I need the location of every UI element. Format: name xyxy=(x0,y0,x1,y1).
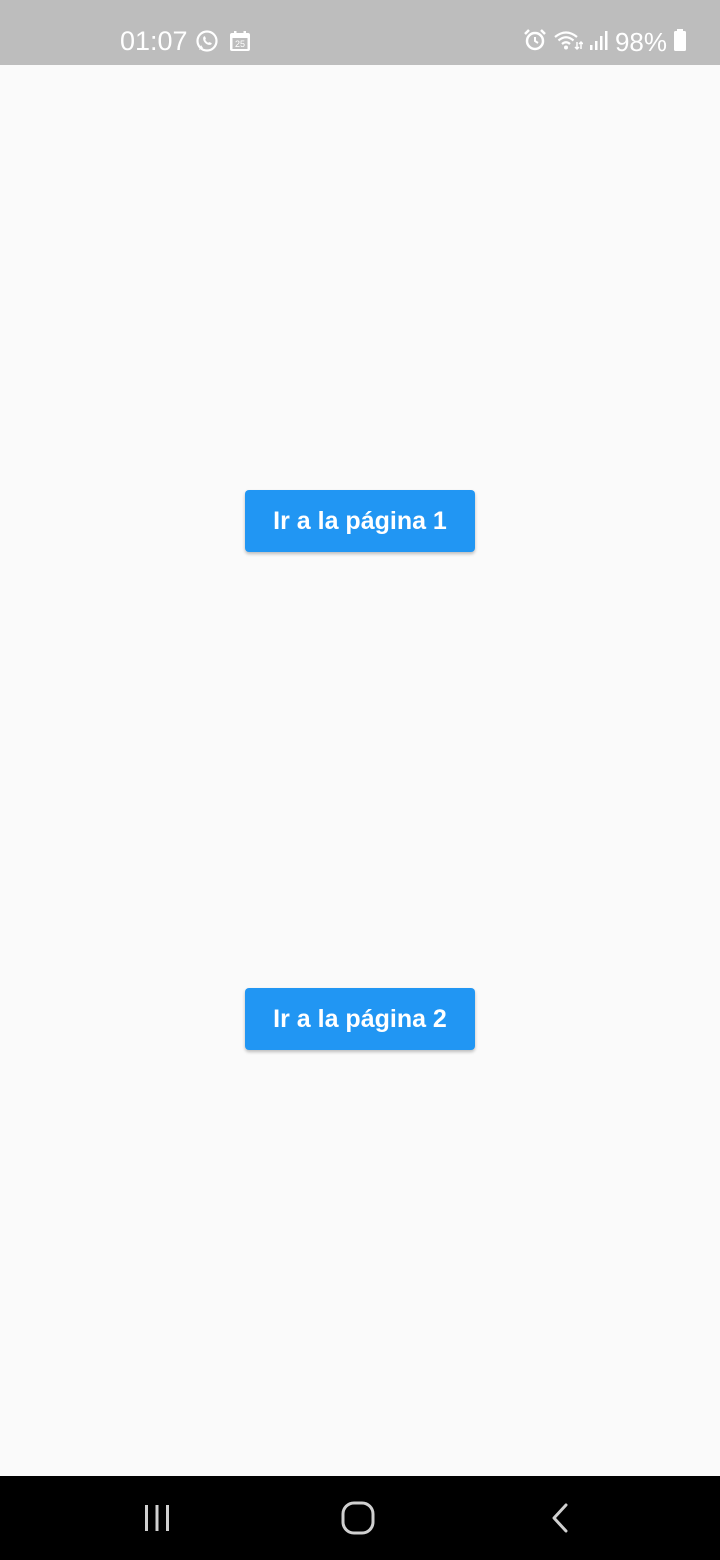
calendar-icon: 25 xyxy=(229,30,251,57)
wifi-icon xyxy=(553,28,584,57)
status-bar: 01:07 25 98% xyxy=(0,0,720,65)
system-navigation-bar xyxy=(0,1476,720,1560)
go-to-page-2-button[interactable]: Ir a la página 2 xyxy=(245,988,475,1050)
battery-icon xyxy=(673,28,687,57)
main-content: Ir a la página 1 Ir a la página 2 xyxy=(0,65,720,1476)
status-left-icons: 25 xyxy=(195,29,251,58)
go-to-page-1-button[interactable]: Ir a la página 1 xyxy=(245,490,475,552)
alarm-icon xyxy=(523,28,547,57)
status-right-icons: 98% xyxy=(523,27,687,57)
svg-text:25: 25 xyxy=(235,39,245,49)
whatsapp-icon xyxy=(195,29,219,58)
battery-percentage: 98% xyxy=(614,27,667,57)
status-time: 01:07 xyxy=(120,26,188,56)
home-icon[interactable] xyxy=(328,1498,388,1538)
signal-icon xyxy=(589,29,609,56)
back-icon[interactable] xyxy=(530,1498,590,1538)
recent-apps-icon[interactable] xyxy=(127,1498,187,1538)
